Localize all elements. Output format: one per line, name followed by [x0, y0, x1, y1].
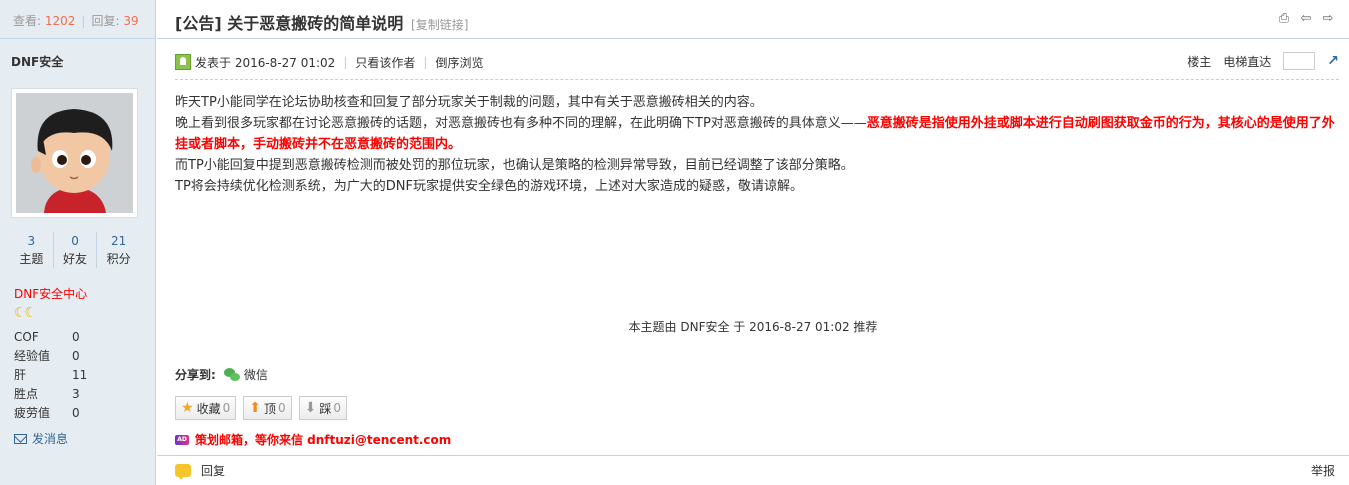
author-sidebar: 查看: 1202 | 回复: 39 DNF安全 3 主题 0 好友 21 积分 … — [0, 0, 156, 485]
post-date: 发表于 2016-8-27 01:02 — [195, 55, 336, 70]
wechat-icon[interactable] — [223, 367, 240, 382]
title-toolbar: ⎙ ⇦ ⇨ — [1277, 12, 1335, 26]
views-label: 查看: — [13, 14, 42, 28]
divider-line — [175, 79, 1339, 80]
star-icon: ★ — [181, 400, 194, 416]
rank-moon-icons: ☾☾ — [14, 305, 37, 321]
downvote-button[interactable]: ⬇ 踩 0 — [298, 396, 347, 420]
replies-count: 39 — [123, 14, 139, 28]
arrow-down-icon: ⬇ — [304, 400, 317, 416]
attr-value: 0 — [72, 406, 80, 420]
floor-controls: 楼主 电梯直达 ↗ — [1187, 52, 1339, 70]
stat-label: 好友 — [63, 252, 88, 266]
divider: | — [343, 55, 348, 69]
attr-row: 疲劳值 0 — [14, 404, 87, 423]
mail-icon — [14, 433, 27, 444]
downvote-count: 0 — [333, 401, 341, 415]
favorite-button[interactable]: ★ 收藏 0 — [175, 396, 237, 420]
wechat-link[interactable]: 微信 — [244, 366, 268, 383]
thread-title: [公告] 关于恶意搬砖的简单说明 — [175, 14, 404, 33]
share-bar: 分享到: 微信 — [175, 366, 268, 383]
paragraph: 晚上看到很多玩家都在讨论恶意搬砖的话题，对恶意搬砖也有多种不同的理解，在此明确下… — [175, 113, 1335, 155]
attr-key: 疲劳值 — [14, 406, 51, 420]
favorite-count: 0 — [222, 401, 231, 415]
divider: | — [423, 55, 428, 69]
upvote-count: 0 — [277, 401, 286, 415]
upvote-label: 顶 — [263, 401, 276, 416]
recommend-note: 本主题由 DNF安全 于 2016-8-27 01:02 推荐 — [628, 320, 878, 334]
attr-row: 胜点 3 — [14, 385, 87, 404]
stat-value: 3 — [27, 234, 36, 248]
attr-value: 0 — [72, 330, 80, 344]
post-actions: ★ 收藏 0 ⬆ 顶 0 ⬇ 踩 0 — [175, 396, 347, 420]
floor-label: 楼主 — [1187, 54, 1212, 69]
paragraph-text: 晚上看到很多玩家都在讨论恶意搬砖的话题，对恶意搬砖也有多种不同的理解，在此明确下… — [175, 116, 867, 131]
attr-value: 3 — [72, 387, 80, 401]
floor-jump-input[interactable] — [1283, 52, 1316, 70]
author-name[interactable]: DNF安全 — [0, 39, 155, 75]
avatar-image — [16, 93, 133, 213]
thread-stats: 查看: 1202 | 回复: 39 — [0, 0, 155, 39]
favorite-label: 收藏 — [196, 401, 221, 416]
downvote-label: 踩 — [319, 401, 332, 416]
next-thread-icon[interactable]: ⇨ — [1321, 12, 1335, 26]
attr-key: 肝 — [14, 368, 27, 382]
stat-value: 0 — [71, 234, 79, 248]
stat-label: 主题 — [19, 252, 44, 266]
share-label: 分享到: — [175, 368, 216, 382]
post-main: [公告] 关于恶意搬砖的简单说明 [复制链接] ⎙ ⇦ ⇨ 发表于 2016-8… — [157, 0, 1349, 485]
stat-points[interactable]: 21 积分 — [97, 232, 140, 268]
arrow-up-icon: ⬆ — [249, 400, 261, 416]
prev-thread-icon[interactable]: ⇦ — [1299, 12, 1313, 26]
attr-row: 肝 11 — [14, 366, 87, 385]
jump-go-icon[interactable]: ↗ — [1327, 53, 1339, 69]
attr-value: 11 — [72, 368, 88, 382]
post-content: 昨天TP小能同学在论坛协助核查和回复了部分玩家关于制裁的问题，其中有关于恶意搬砖… — [175, 92, 1335, 197]
reply-link[interactable]: 回复 — [201, 462, 225, 479]
upvote-button[interactable]: ⬆ 顶 0 — [243, 396, 292, 420]
jump-label: 电梯直达 — [1223, 54, 1272, 69]
only-author-link[interactable]: 只看该作者 — [355, 54, 415, 71]
stat-label: 积分 — [106, 252, 131, 266]
paragraph: 昨天TP小能同学在论坛协助核查和回复了部分玩家关于制裁的问题，其中有关于恶意搬砖… — [175, 95, 763, 110]
ad-icon: AD — [175, 434, 189, 445]
attr-row: COF 0 — [14, 328, 87, 347]
paragraph: 而TP小能回复中提到恶意搬砖检测而被处罚的那位玩家，也确认是策略的检测异常导致，… — [175, 158, 854, 173]
send-message-link[interactable]: 发消息 — [14, 430, 68, 447]
replies-label: 回复: — [91, 14, 120, 28]
online-status-icon — [175, 54, 191, 70]
stat-friends[interactable]: 0 好友 — [54, 232, 98, 268]
avatar[interactable] — [11, 88, 138, 218]
attr-value: 0 — [72, 349, 80, 363]
report-link[interactable]: 举报 — [1311, 462, 1335, 479]
stats-divider: | — [81, 14, 86, 28]
print-icon[interactable]: ⎙ — [1277, 12, 1291, 26]
post-footer: 回复 举报 — [157, 455, 1349, 485]
stat-value: 21 — [111, 234, 127, 248]
attr-row: 经验值 0 — [14, 347, 87, 366]
reverse-order-link[interactable]: 倒序浏览 — [435, 54, 483, 71]
copy-link[interactable]: [复制链接] — [411, 18, 468, 32]
paragraph: TP将会持续优化检测系统，为广大的DNF玩家提供安全绿色的游戏环境，上述对大家造… — [175, 179, 803, 194]
ad-text: 策划邮箱，等你来信 dnftuzi@tencent.com — [195, 433, 452, 447]
author-stats: 3 主题 0 好友 21 积分 — [10, 232, 140, 268]
attr-key: 胜点 — [14, 387, 39, 401]
post-info: 发表于 2016-8-27 01:02 | 只看该作者 | 倒序浏览 楼主 电梯… — [175, 52, 1339, 72]
user-group[interactable]: DNF安全中心 — [14, 285, 87, 302]
reply-icon — [175, 464, 191, 480]
attr-key: COF — [14, 330, 39, 344]
ad-banner[interactable]: AD 策划邮箱，等你来信 dnftuzi@tencent.com — [175, 431, 451, 448]
views-count: 1202 — [44, 14, 76, 28]
attr-key: 经验值 — [14, 349, 51, 363]
author-attributes: COF 0 经验值 0 肝 11 胜点 3 疲劳值 0 — [14, 328, 87, 423]
stat-threads[interactable]: 3 主题 — [10, 232, 54, 268]
send-message-label: 发消息 — [32, 432, 69, 446]
thread-title-bar: [公告] 关于恶意搬砖的简单说明 [复制链接] ⎙ ⇦ ⇨ — [157, 0, 1349, 39]
